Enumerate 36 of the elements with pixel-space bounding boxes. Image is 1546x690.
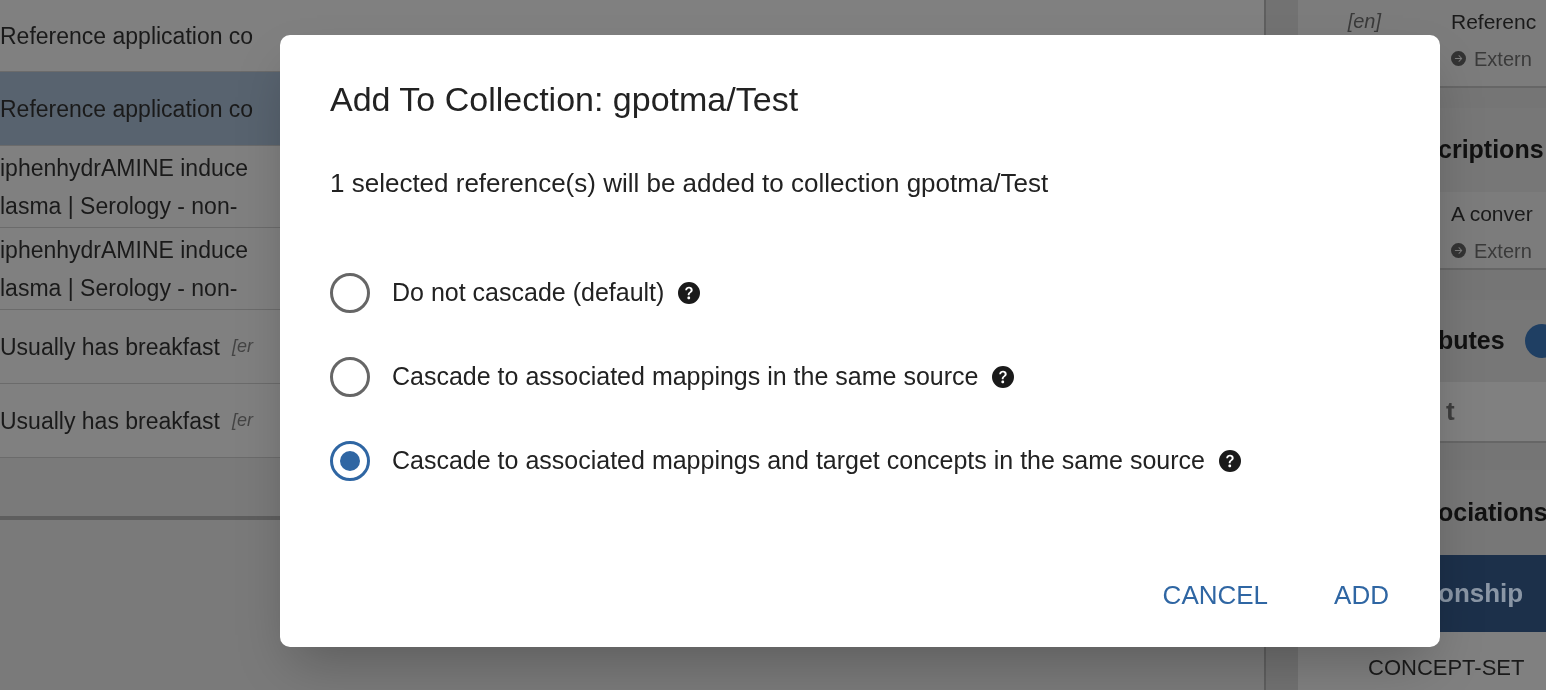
radio-option[interactable]: Cascade to associated mappings in the same source	[330, 355, 1390, 399]
table-cell-text: Reference application co	[0, 21, 254, 51]
help-icon[interactable]	[1219, 450, 1241, 472]
radio-button[interactable]	[330, 357, 370, 397]
table-cell-text: Usually has breakfast	[0, 332, 220, 362]
dialog-button[interactable]: ADD	[1318, 568, 1405, 623]
radio-option[interactable]: Do not cascade (default)	[330, 271, 1390, 315]
arrow-icon	[1451, 243, 1466, 258]
table-cell-text: CONCEPT-SET	[1368, 654, 1525, 682]
table-cell-text: lasma | Serology - non-	[0, 191, 239, 221]
column-title: onship	[1438, 577, 1524, 610]
section-title: butes	[1438, 325, 1505, 357]
option-label: Cascade to associated mappings in the same source	[392, 361, 979, 393]
table-cell-text: Usually has breakfast	[0, 406, 220, 436]
entry-title: Referenc	[1451, 9, 1537, 35]
locale-tag: [er	[231, 333, 253, 360]
section-title: ociations	[1438, 496, 1546, 528]
arrow-icon	[1451, 51, 1466, 66]
dialog-title: Add To Collection: gpotma/Test	[330, 79, 800, 119]
radio-button[interactable]	[330, 441, 370, 481]
table-cell-text: Reference application co	[0, 94, 254, 124]
locale-tag: [en]	[1347, 10, 1381, 32]
dialog-message: 1 selected reference(s) will be added to collection gpotma/Test	[330, 167, 1050, 199]
help-icon[interactable]	[678, 282, 701, 304]
option-label: Cascade to associated mappings and target concepts in the same source	[392, 445, 1205, 477]
locale-tag: [er	[231, 407, 253, 434]
radio-button[interactable]	[330, 273, 370, 313]
help-icon[interactable]	[992, 366, 1015, 388]
radio-option[interactable]: Cascade to associated mappings and target concepts in the same source	[330, 439, 1390, 483]
table-cell-text: iphenhydrAMINE induce	[0, 153, 249, 183]
table-cell-text: iphenhydrAMINE induce	[0, 235, 249, 265]
section-title: criptions	[1438, 134, 1544, 166]
dialog-button[interactable]: CANCEL	[1146, 568, 1285, 623]
table-cell-text: lasma | Serology - non-	[0, 273, 239, 303]
option-label: Do not cascade (default)	[392, 277, 665, 309]
entry-title: A conver	[1451, 201, 1533, 227]
